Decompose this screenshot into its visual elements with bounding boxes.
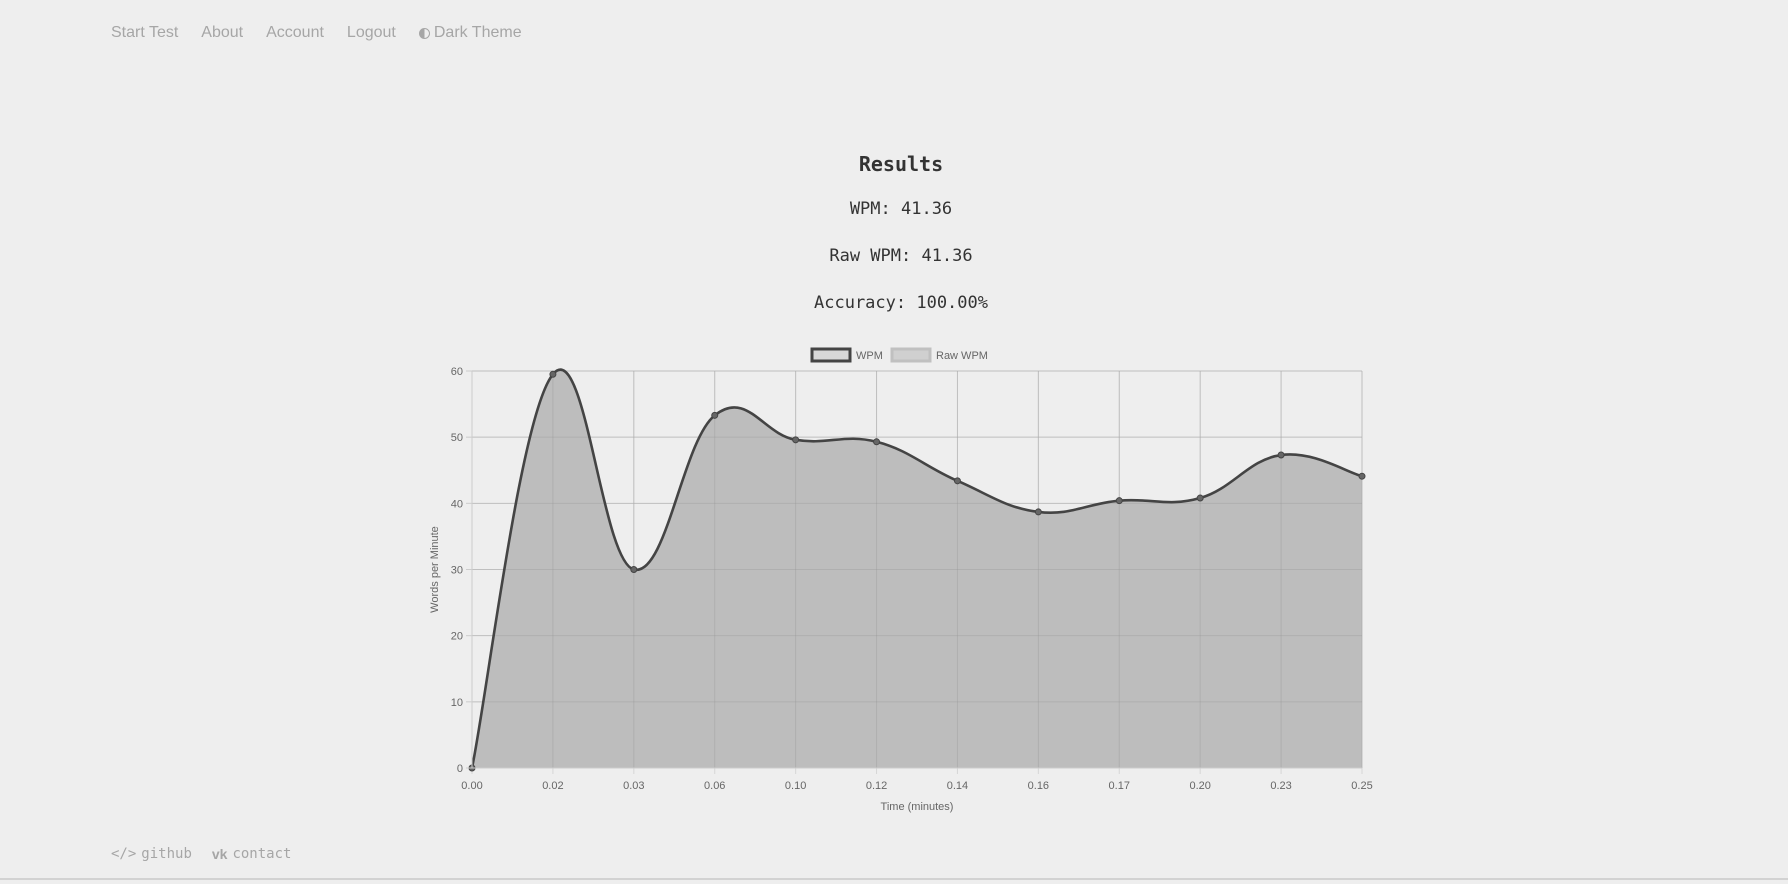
github-link[interactable]: </> github xyxy=(111,846,192,862)
chart-area xyxy=(468,368,1366,772)
wpm-point xyxy=(1115,497,1123,505)
x-tick-label: 0.02 xyxy=(542,780,563,792)
wpm-chart-svg: 0 10 20 30 40 50 60 0.00 0.02 0.03 0.06 0.10 0.12 0.1… xyxy=(429,347,1373,813)
bottom-divider xyxy=(0,878,1788,880)
x-tick-label: 0.25 xyxy=(1351,780,1372,792)
legend-swatch-wpm xyxy=(810,347,852,363)
code-icon: </> xyxy=(111,846,137,862)
wpm-chart: 0 10 20 30 40 50 60 0.00 0.02 0.03 0.06 0.10 0.12 0.1… xyxy=(0,0,1788,884)
legend-label-raw-wpm: Raw WPM xyxy=(936,350,988,362)
footer: </> github vk contact xyxy=(111,846,291,862)
y-tick-label: 40 xyxy=(451,498,463,510)
y-tick-label: 10 xyxy=(451,697,463,709)
x-tick-label: 0.14 xyxy=(947,780,968,792)
contact-link[interactable]: vk contact xyxy=(212,846,292,862)
y-tick-label: 0 xyxy=(457,763,463,775)
legend-label-wpm: WPM xyxy=(856,350,883,362)
wpm-point xyxy=(953,477,961,485)
contact-label: contact xyxy=(232,846,292,862)
wpm-point xyxy=(1277,451,1285,459)
x-tick-label: 0.00 xyxy=(461,780,482,792)
wpm-point xyxy=(549,370,557,378)
x-tick-label: 0.06 xyxy=(704,780,725,792)
y-tick-label: 30 xyxy=(451,565,463,577)
wpm-point xyxy=(873,438,881,446)
wpm-point xyxy=(792,436,800,444)
wpm-point xyxy=(711,411,719,419)
wpm-point xyxy=(1358,472,1366,480)
x-tick-label: 0.10 xyxy=(785,780,806,792)
github-label: github xyxy=(141,846,192,862)
x-tick-label: 0.03 xyxy=(623,780,644,792)
vk-icon: vk xyxy=(211,846,228,862)
x-tick-label: 0.12 xyxy=(866,780,887,792)
x-tick-label: 0.20 xyxy=(1189,780,1210,792)
y-axis-title: Words per Minute xyxy=(429,526,441,613)
y-tick-label: 20 xyxy=(451,631,463,643)
x-tick-label: 0.17 xyxy=(1109,780,1130,792)
raw-wpm-area xyxy=(472,369,1362,768)
y-tick-label: 60 xyxy=(451,366,463,378)
y-tick-label: 50 xyxy=(451,432,463,444)
legend-swatch-raw-wpm xyxy=(890,347,932,363)
wpm-point xyxy=(1034,508,1042,516)
chart-legend: WPM Raw WPM xyxy=(810,347,988,363)
x-tick-label: 0.16 xyxy=(1028,780,1049,792)
wpm-point xyxy=(1196,494,1204,502)
x-axis-title: Time (minutes) xyxy=(881,801,954,813)
wpm-point xyxy=(630,566,638,573)
x-tick-label: 0.23 xyxy=(1270,780,1291,792)
